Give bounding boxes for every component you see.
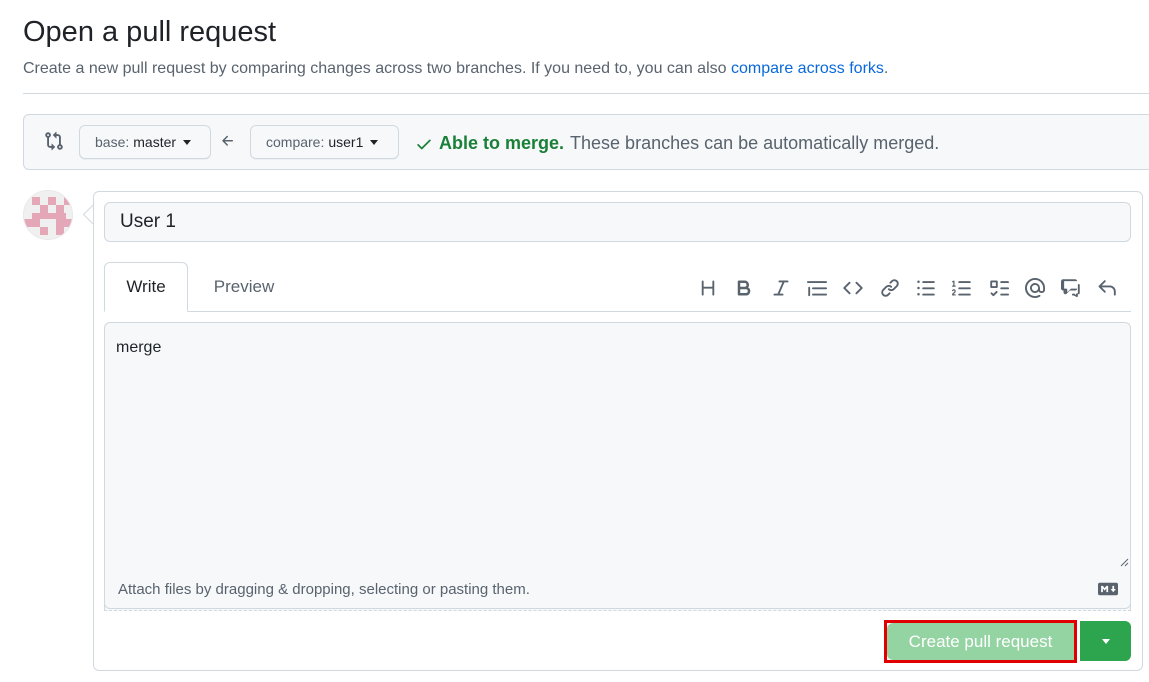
italic-button[interactable] [763, 274, 799, 302]
branch-range-bar: base: master compare: user1 Able to merg… [23, 114, 1149, 170]
header-divider [23, 93, 1149, 94]
bold-icon [738, 280, 751, 296]
heading-button[interactable] [690, 274, 726, 302]
pr-body-textarea[interactable]: merge [104, 322, 1131, 611]
attach-files-hint: Attach files by dragging & dropping, sel… [118, 580, 530, 598]
markdown-icon[interactable] [1098, 582, 1118, 596]
avatar[interactable] [23, 190, 73, 240]
mention-icon [1024, 278, 1045, 298]
quote-icon [807, 281, 828, 297]
base-branch-select[interactable]: base: master [79, 125, 211, 159]
base-branch-name: master [133, 134, 177, 150]
pr-title-input[interactable] [104, 202, 1131, 242]
cross-reference-button[interactable] [1053, 274, 1089, 302]
mention-button[interactable] [1017, 274, 1053, 302]
markdown-toolbar [690, 274, 1126, 302]
compare-across-forks-link[interactable]: compare across forks [731, 60, 884, 77]
pull-request-form: Write Preview [93, 191, 1143, 671]
reply-button[interactable] [1089, 274, 1125, 302]
bold-button[interactable] [726, 274, 762, 302]
reply-icon [1098, 280, 1117, 296]
attach-files-bar[interactable]: Attach files by dragging & dropping, sel… [104, 570, 1131, 609]
caret-down-icon [370, 139, 379, 145]
quote-button[interactable] [799, 274, 835, 302]
git-compare-icon [45, 131, 63, 151]
page-subtitle: Create a new pull request by comparing c… [23, 60, 889, 77]
link-button[interactable] [871, 274, 907, 302]
caret-down-icon [1101, 638, 1110, 644]
create-options-dropdown-button[interactable] [1080, 621, 1131, 661]
create-pull-request-button[interactable]: Create pull request [887, 623, 1074, 660]
code-icon [843, 281, 864, 295]
italic-icon [773, 280, 789, 296]
tab-preview[interactable]: Preview [194, 262, 294, 312]
task-list-button[interactable] [980, 274, 1016, 302]
code-button[interactable] [835, 274, 871, 302]
tab-write[interactable]: Write [104, 262, 188, 312]
check-icon [417, 139, 431, 149]
compare-branch-name: user1 [328, 134, 364, 150]
heading-icon [701, 280, 715, 296]
cross-reference-icon [1061, 279, 1080, 298]
identicon-image [24, 191, 72, 239]
tabs-divider [104, 311, 1131, 312]
page-title: Open a pull request [23, 16, 277, 48]
resize-handle-icon[interactable] [1119, 557, 1129, 567]
ordered-list-icon [952, 280, 971, 296]
caret-down-icon [183, 139, 192, 145]
merge-detail-text: These branches can be automatically merg… [570, 133, 940, 153]
link-icon [880, 279, 899, 297]
arrow-left-icon [222, 135, 233, 146]
task-list-icon [989, 280, 1009, 297]
merge-status: Able to merge. These branches can be aut… [415, 133, 939, 154]
ordered-list-button[interactable] [944, 274, 980, 302]
unordered-list-icon [917, 280, 935, 296]
compare-branch-select[interactable]: compare: user1 [250, 125, 399, 159]
merge-ok-text: Able to merge. [439, 133, 565, 153]
unordered-list-button[interactable] [908, 274, 944, 302]
